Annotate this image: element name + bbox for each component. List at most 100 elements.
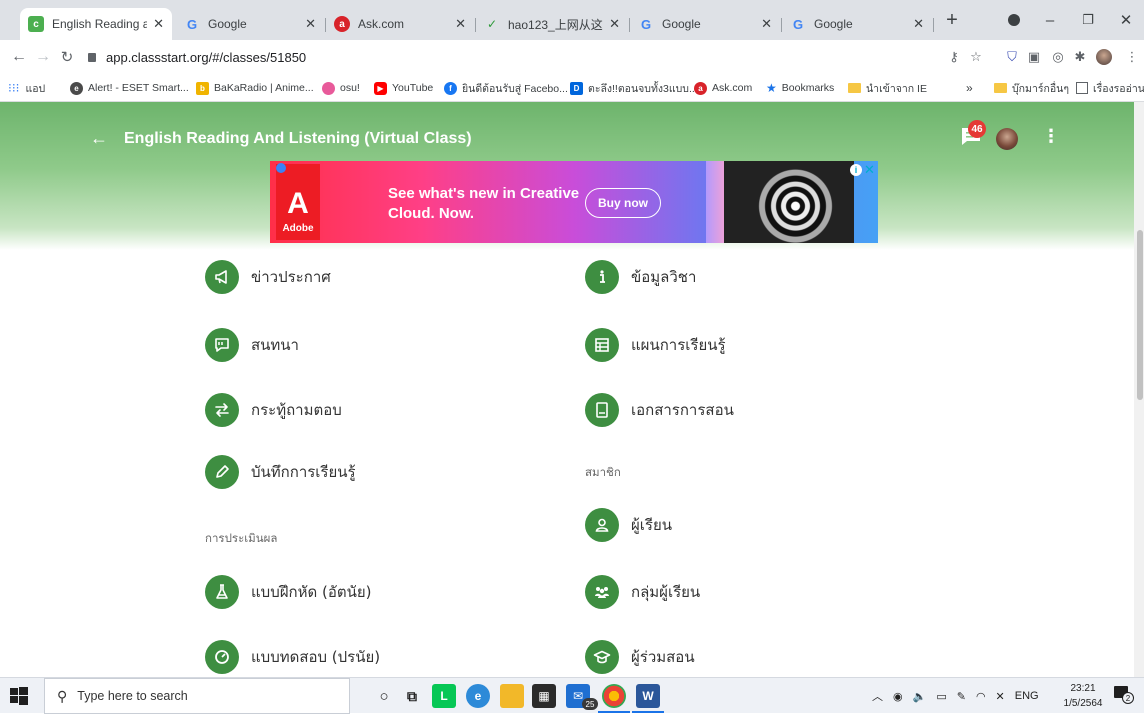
menu-label: เอกสารการสอน	[631, 401, 734, 419]
more-options-icon[interactable]: ⋮	[1042, 126, 1060, 147]
menu-exercises[interactable]: แบบฝึกหัด (อัตนัย)	[205, 574, 371, 610]
clock[interactable]: 23:21 1/5/2564	[1062, 681, 1104, 711]
tab-google-1[interactable]: G Google ✕	[176, 8, 324, 40]
minimize-icon[interactable]: –	[1030, 6, 1070, 34]
close-tab-icon[interactable]: ✕	[455, 16, 466, 32]
bookmark-ask[interactable]: a Ask.com	[694, 79, 752, 97]
line-app-icon[interactable]: L	[432, 684, 456, 708]
close-window-icon[interactable]: ✕	[1106, 6, 1144, 34]
ad-brand: Adobe	[282, 223, 314, 234]
restore-icon[interactable]: ❐	[1068, 6, 1108, 34]
lock-icon	[88, 52, 96, 62]
speaker-icon[interactable]: 🔈	[913, 690, 927, 703]
close-tab-icon[interactable]: ✕	[305, 16, 316, 32]
menu-qa-board[interactable]: กระทู้ถามตอบ	[205, 392, 342, 428]
graduation-cap-icon	[585, 640, 619, 674]
bookmark-facebook[interactable]: f ยินดีต้อนรับสู่ Facebo...	[444, 79, 568, 97]
extensions-puzzle-icon[interactable]: ✱	[1070, 48, 1090, 66]
apps-grid-icon: ⁝⁝⁝	[8, 81, 20, 95]
back-icon[interactable]: ←	[8, 46, 30, 68]
word-icon[interactable]: W	[636, 684, 660, 708]
bookmark-label: ยินดีต้อนรับสู่ Facebo...	[462, 82, 568, 95]
language-indicator[interactable]: ENG	[1015, 690, 1039, 702]
gauge-icon	[205, 640, 239, 674]
bookmark-bakaradio[interactable]: b BaKaRadio | Anime...	[196, 79, 314, 97]
new-tab-button[interactable]: +	[934, 6, 970, 34]
menu-learning-plan[interactable]: แผนการเรียนรู้	[585, 327, 726, 363]
ask-favicon: a	[334, 16, 350, 32]
back-arrow-icon[interactable]: ←	[90, 128, 108, 149]
bookmark-label: BaKaRadio | Anime...	[214, 82, 314, 94]
taskbar-search-box[interactable]: ⚲ Type here to search	[44, 678, 350, 714]
notification-count: 2	[1122, 692, 1134, 704]
bookmarks-overflow-button[interactable]: »	[966, 79, 973, 97]
tab-hao123[interactable]: ✓ hao123_上网从这里开 ✕	[476, 8, 628, 40]
bookmark-dailymotion[interactable]: D ตะลึง!!ตอนจบทั้ง3แบบ...	[570, 79, 698, 97]
bookmark-import-ie[interactable]: นำเข้าจาก IE	[848, 79, 927, 97]
ad-close-icon[interactable]: ✕	[864, 162, 875, 178]
menu-co-teachers[interactable]: ผู้ร่วมสอน	[585, 639, 695, 675]
menu-course-info[interactable]: ข้อมูลวิชา	[585, 259, 696, 295]
bookmark-other[interactable]: บุ๊กมาร์กอื่นๆ	[994, 79, 1069, 97]
tab-google-3[interactable]: G Google ✕	[782, 8, 932, 40]
bookmarks-bar: ⁝⁝⁝ แอป e Alert! - ESET Smart... b BaKaR…	[0, 74, 1144, 102]
menu-students[interactable]: ผู้เรียน	[585, 507, 672, 543]
extension-icon[interactable]: ◎	[1048, 48, 1068, 66]
shield-extension-icon[interactable]: ⛉	[1002, 48, 1022, 66]
bookmark-star-icon[interactable]: ☆	[966, 48, 986, 66]
pen-icon[interactable]: ✎	[957, 690, 966, 703]
tab-ask[interactable]: a Ask.com ✕	[326, 8, 474, 40]
password-key-icon[interactable]: ⚷	[944, 48, 964, 66]
menu-discussion[interactable]: สนทนา	[205, 327, 299, 363]
chrome-icon[interactable]	[602, 684, 626, 708]
windows-start-icon[interactable]	[10, 687, 28, 705]
menu-student-groups[interactable]: กลุ่มผู้เรียน	[585, 574, 700, 610]
close-tab-icon[interactable]: ✕	[609, 16, 620, 32]
extension-icon[interactable]: ▣	[1024, 48, 1044, 66]
class-title: English Reading And Listening (Virtual C…	[124, 130, 472, 147]
bookmark-eset[interactable]: e Alert! - ESET Smart...	[70, 79, 189, 97]
edge-browser-icon[interactable]: e	[466, 684, 490, 708]
microsoft-store-icon[interactable]: ▦	[532, 684, 556, 708]
ad-buy-now-button[interactable]: Buy now	[585, 188, 661, 218]
avatar[interactable]	[996, 128, 1018, 150]
profile-menu-icon[interactable]	[994, 6, 1034, 34]
close-tab-icon[interactable]: ✕	[913, 16, 924, 32]
scrollbar-thumb[interactable]	[1137, 230, 1143, 400]
wifi-icon[interactable]: ◠	[976, 690, 986, 703]
google-favicon: G	[186, 16, 198, 32]
tab-classstart[interactable]: c English Reading and L ✕	[20, 8, 172, 40]
chrome-menu-icon[interactable]: ⋮	[1122, 48, 1142, 66]
menu-teaching-materials[interactable]: เอกสารการสอน	[585, 392, 734, 428]
bookmark-apps[interactable]: ⁝⁝⁝ แอป	[8, 79, 45, 97]
bookmark-label: Alert! - ESET Smart...	[88, 82, 189, 94]
action-center-icon[interactable]: 2	[1114, 686, 1134, 704]
ad-choice-icon[interactable]	[276, 163, 286, 173]
file-explorer-icon[interactable]	[500, 684, 524, 708]
menu-quizzes[interactable]: แบบทดสอบ (ปรนัย)	[205, 639, 380, 675]
reload-icon[interactable]: ↻	[56, 46, 78, 68]
task-view-icon[interactable]: ⧉	[400, 684, 424, 708]
cortana-icon[interactable]: ○	[372, 684, 396, 708]
bookmark-bookmarks[interactable]: ★ Bookmarks	[766, 79, 834, 97]
close-tab-icon[interactable]: ✕	[761, 16, 772, 32]
bookmark-osu[interactable]: osu!	[322, 79, 360, 97]
battery-icon[interactable]: ▭	[936, 690, 946, 703]
menu-announcements[interactable]: ข่าวประกาศ	[205, 259, 331, 295]
flask-icon	[205, 575, 239, 609]
info-icon	[585, 260, 619, 294]
bookmark-youtube[interactable]: ▶ YouTube	[374, 79, 433, 97]
profile-avatar[interactable]	[1094, 48, 1114, 66]
show-hidden-icons-icon[interactable]: ︿	[872, 688, 883, 704]
bookmark-label: osu!	[340, 82, 360, 94]
windows-taskbar: ⚲ Type here to search ○ ⧉ L e ▦ ✉ 25 W ︿…	[0, 677, 1144, 714]
ad-info-icon[interactable]: i	[850, 164, 862, 176]
reading-list[interactable]: เรื่องรออ่าน	[1076, 79, 1144, 97]
close-tab-icon[interactable]: ✕	[153, 16, 164, 32]
classstart-favicon: c	[28, 16, 44, 32]
volume-mute-icon[interactable]: ✕	[996, 690, 1005, 703]
forward-icon[interactable]: →	[32, 46, 54, 68]
menu-learning-journal[interactable]: บันทึกการเรียนรู้	[205, 454, 356, 490]
tab-google-2[interactable]: G Google ✕	[630, 8, 780, 40]
meet-now-icon[interactable]: ◉	[893, 690, 903, 703]
